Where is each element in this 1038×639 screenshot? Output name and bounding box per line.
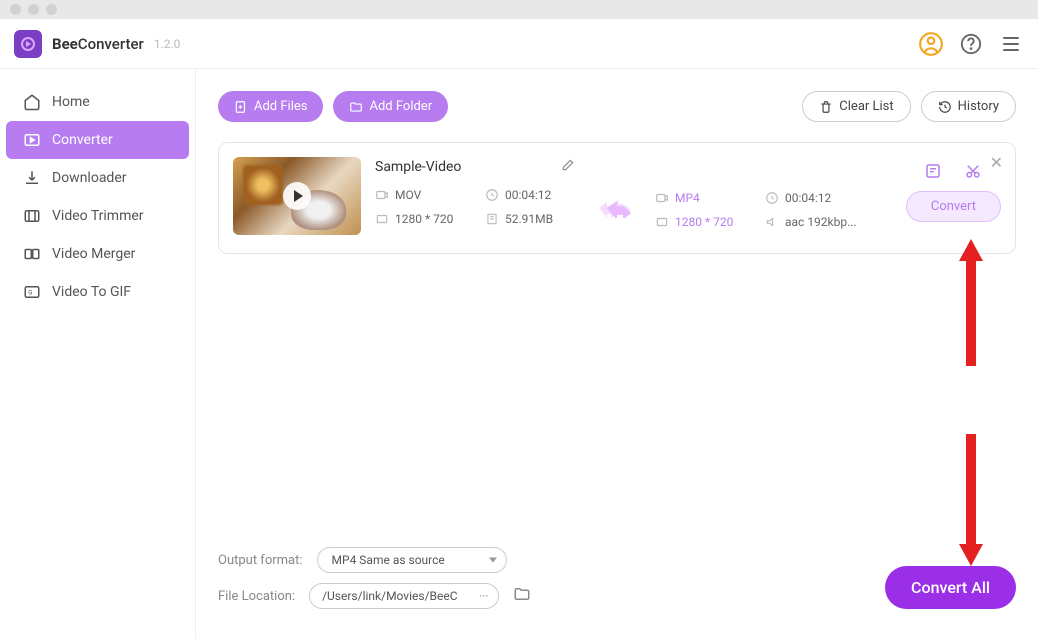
svg-text:G: G <box>28 289 32 296</box>
file-location-more-button[interactable]: ··· <box>469 583 499 609</box>
conversion-arrow-icon <box>589 177 641 239</box>
sidebar-item-trimmer[interactable]: Video Trimmer <box>6 197 189 235</box>
app-version: 1.2.0 <box>154 37 181 51</box>
file-location-input[interactable] <box>309 583 469 609</box>
source-size: 52.91MB <box>505 212 553 226</box>
size-icon <box>485 212 499 226</box>
sidebar-item-label: Downloader <box>52 170 127 186</box>
sidebar-item-label: Converter <box>52 132 113 148</box>
video-icon <box>375 188 389 202</box>
converter-icon <box>22 130 42 150</box>
sidebar-item-merger[interactable]: Video Merger <box>6 235 189 273</box>
trimmer-icon <box>22 206 42 226</box>
folder-plus-icon <box>349 100 363 114</box>
sidebar: Home Converter Downloader Video Trimmer … <box>0 69 196 639</box>
file-card: ✕ Sample-Video MOV 00:04:12 1280 * 720 5 <box>218 142 1016 254</box>
history-icon <box>938 100 952 114</box>
source-duration: 00:04:12 <box>505 188 551 202</box>
sidebar-item-gif[interactable]: G Video To GIF <box>6 273 189 311</box>
trash-icon <box>819 100 833 114</box>
play-icon <box>283 182 311 210</box>
app-name: BeeConverter <box>52 35 144 53</box>
source-format: MOV <box>395 188 421 202</box>
sidebar-item-converter[interactable]: Converter <box>6 121 189 159</box>
sidebar-item-label: Video Merger <box>52 246 135 262</box>
sidebar-item-home[interactable]: Home <box>6 83 189 121</box>
annotation-arrow-2 <box>959 434 983 566</box>
remove-file-button[interactable]: ✕ <box>990 153 1003 172</box>
home-icon <box>22 92 42 112</box>
window-titlebar <box>0 0 1038 19</box>
target-duration: 00:04:12 <box>785 191 831 205</box>
history-button[interactable]: History <box>921 91 1016 122</box>
add-files-button[interactable]: Add Files <box>218 91 323 122</box>
menu-icon[interactable] <box>998 31 1024 57</box>
file-location-label: File Location: <box>218 589 295 604</box>
bottom-bar: Output format: MP4 Same as source File L… <box>218 547 1016 619</box>
audio-icon <box>765 215 779 229</box>
sidebar-item-label: Video Trimmer <box>52 208 144 224</box>
app-logo <box>14 30 42 58</box>
add-folder-button[interactable]: Add Folder <box>333 91 448 122</box>
traffic-light-zoom[interactable] <box>46 4 57 15</box>
clock-icon <box>765 191 779 205</box>
open-folder-icon[interactable] <box>513 585 531 607</box>
annotation-arrow-1 <box>959 239 983 366</box>
video-icon <box>655 191 669 205</box>
cut-icon[interactable] <box>963 161 983 181</box>
file-name: Sample-Video <box>375 159 461 175</box>
app-header: BeeConverter 1.2.0 <box>0 19 1038 69</box>
download-icon <box>22 168 42 188</box>
target-format[interactable]: MP4 <box>675 191 700 205</box>
resolution-icon <box>375 212 389 226</box>
clear-list-button[interactable]: Clear List <box>802 91 910 122</box>
output-format-select[interactable]: MP4 Same as source <box>317 547 507 573</box>
clock-icon <box>485 188 499 202</box>
toolbar: Add Files Add Folder Clear List History <box>218 91 1016 122</box>
sidebar-item-downloader[interactable]: Downloader <box>6 159 189 197</box>
merger-icon <box>22 244 42 264</box>
convert-all-button[interactable]: Convert All <box>885 566 1016 609</box>
account-icon[interactable] <box>918 31 944 57</box>
target-audio: aac 192kbp... <box>785 215 857 229</box>
resolution-icon <box>655 215 669 229</box>
source-resolution: 1280 * 720 <box>395 212 453 226</box>
file-plus-icon <box>234 100 248 114</box>
traffic-light-minimize[interactable] <box>28 4 39 15</box>
traffic-light-close[interactable] <box>10 4 21 15</box>
sidebar-item-label: Home <box>52 94 90 110</box>
target-resolution[interactable]: 1280 * 720 <box>675 215 733 229</box>
help-icon[interactable] <box>958 31 984 57</box>
output-format-label: Output format: <box>218 553 303 568</box>
sidebar-item-label: Video To GIF <box>52 284 131 300</box>
video-thumbnail[interactable] <box>233 157 361 235</box>
content-area: Add Files Add Folder Clear List History … <box>196 69 1038 639</box>
gif-icon: G <box>22 282 42 302</box>
edit-name-icon[interactable] <box>561 157 575 176</box>
convert-button[interactable]: Convert <box>906 191 1001 222</box>
settings-icon[interactable] <box>923 161 943 181</box>
